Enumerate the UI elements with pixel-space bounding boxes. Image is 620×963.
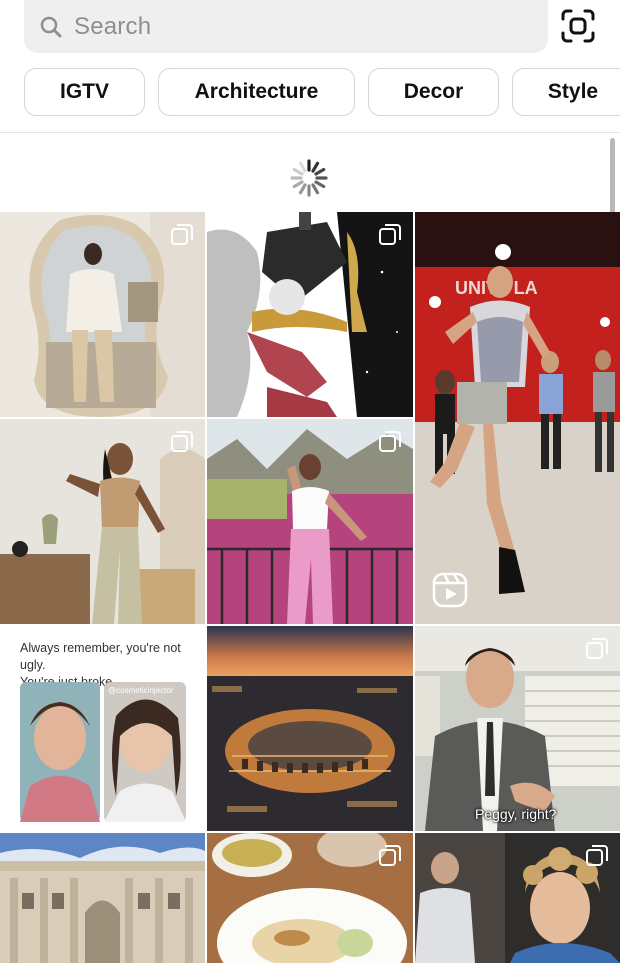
search-placeholder: Search bbox=[74, 12, 152, 40]
chip-style[interactable]: Style bbox=[512, 68, 620, 116]
quote-handle: @cosmeticinjector bbox=[108, 686, 174, 695]
divider bbox=[0, 132, 620, 133]
search-input[interactable]: Search bbox=[24, 0, 548, 53]
multiple-photos-icon bbox=[379, 224, 401, 246]
reels-icon bbox=[432, 572, 468, 608]
explore-grid: UNITY LA Always remember, you're not ugl… bbox=[0, 212, 620, 963]
scan-button[interactable] bbox=[558, 8, 598, 48]
search-icon bbox=[40, 16, 62, 38]
grid-post-collage[interactable] bbox=[207, 212, 413, 417]
multiple-photos-icon bbox=[379, 845, 401, 867]
chip-igtv[interactable]: IGTV bbox=[24, 68, 145, 116]
multiple-photos-icon bbox=[171, 224, 193, 246]
grid-post-colosseum[interactable] bbox=[207, 626, 413, 831]
grid-post-flower-garden[interactable] bbox=[207, 419, 413, 624]
chip-decor[interactable]: Decor bbox=[368, 68, 499, 116]
grid-post-trevi-fountain[interactable] bbox=[0, 833, 205, 963]
scan-icon bbox=[560, 8, 596, 49]
category-chips: IGTV Architecture Decor Style bbox=[0, 68, 620, 118]
loading-spinner-icon bbox=[289, 158, 329, 198]
chip-architecture[interactable]: Architecture bbox=[158, 68, 355, 116]
grid-post-curly-hair[interactable] bbox=[415, 833, 620, 963]
grid-post-woman-room[interactable] bbox=[0, 419, 205, 624]
grid-post-mirror-selfie[interactable] bbox=[0, 212, 205, 417]
grid-post-food[interactable] bbox=[207, 833, 413, 963]
multiple-photos-icon bbox=[586, 845, 608, 867]
multiple-photos-icon bbox=[171, 431, 193, 453]
multiple-photos-icon bbox=[586, 638, 608, 660]
subtitle-caption: Peggy, right? bbox=[475, 806, 557, 822]
grid-post-peggy-still[interactable]: Peggy, right? bbox=[415, 626, 620, 831]
grid-post-quote-meme[interactable]: Always remember, you're not ugly. You're… bbox=[0, 626, 205, 831]
multiple-photos-icon bbox=[379, 431, 401, 453]
grid-post-dance-reel[interactable]: UNITY LA bbox=[415, 212, 620, 624]
